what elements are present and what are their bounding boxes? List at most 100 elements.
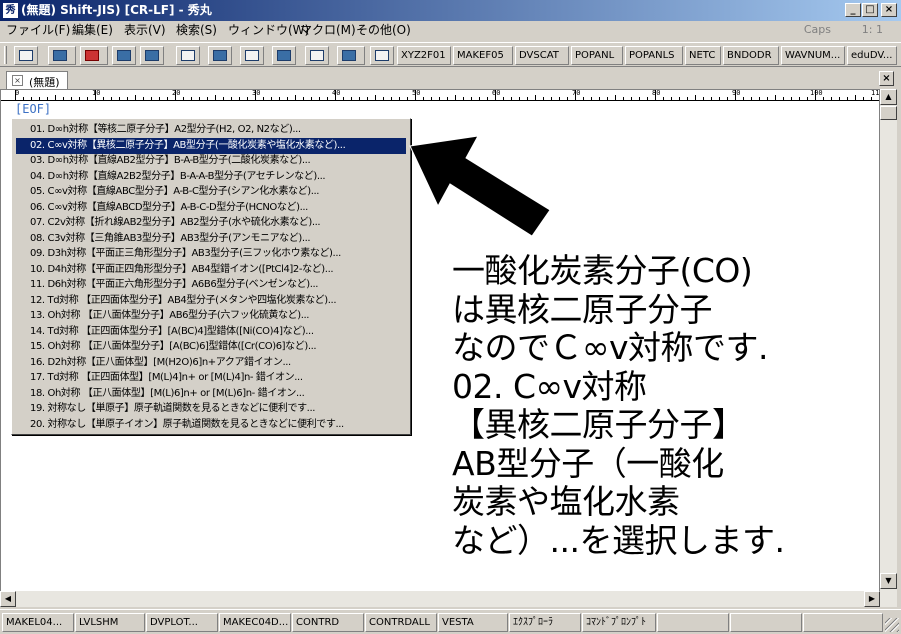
- find-icon[interactable]: [305, 46, 329, 65]
- ruler-number: 80: [652, 90, 661, 97]
- popup-menu-item[interactable]: 18. Oh対称 【正八面体型】[M(L)6]n+ or [M(L)6]n- 錯…: [16, 386, 406, 402]
- popup-menu-item[interactable]: 09. D3h対称【平面正三角形型分子】AB3型分子(三フッ化ホウ素など)...: [16, 246, 406, 262]
- cursor-position: 1: 1: [861, 23, 883, 36]
- macro-wavnum[interactable]: WAVNUM...: [781, 46, 845, 65]
- popup-menu-item[interactable]: 20. 対称なし【単原子イオン】原子軌道関数を見るときなどに便利です...: [16, 417, 406, 433]
- ruler-tick: [831, 97, 832, 100]
- ruler-number: 100: [810, 90, 823, 97]
- annotation-text: 一酸化炭素分子(CO) は異核二原子分子 なのでＣ∞v対称です. 02. C∞v対称【…: [452, 251, 882, 560]
- popup-menu-item[interactable]: 06. C∞v対称【直線ABCD型分子】A-B-C-D型分子(HCNOなど)..…: [16, 200, 406, 216]
- macro-popanls[interactable]: POPANLS: [625, 46, 683, 65]
- print-icon[interactable]: [272, 46, 296, 65]
- ruler-tick: [391, 97, 392, 100]
- macro-contrdall[interactable]: CONTRDALL: [365, 613, 437, 632]
- popup-menu-item[interactable]: 01. D∞h対称【等核二原子分子】A2型分子(H2, O2, N2など)...: [16, 122, 406, 138]
- ruler-tick: [799, 97, 800, 100]
- ruler-tick: [519, 97, 520, 100]
- macro-dvscat[interactable]: DVSCAT: [515, 46, 569, 65]
- macro-makec04d[interactable]: MAKEC04D...: [219, 613, 291, 632]
- macro-slot-empty[interactable]: [657, 613, 729, 632]
- popup-menu-item[interactable]: 08. C3v対称【三角錐AB3型分子】AB3型分子(アンモニアなど)...: [16, 231, 406, 247]
- popup-menu-item[interactable]: 05. C∞v対称【直線ABC型分子】A-B-C型分子(シアン化水素など)...: [16, 184, 406, 200]
- macro-slot-empty[interactable]: [730, 613, 802, 632]
- popup-menu-item[interactable]: 02. C∞v対称【異核二原子分子】AB型分子(一酸化炭素や塩化水素など)...: [16, 137, 406, 154]
- macro-dvplot[interactable]: DVPLOT...: [146, 613, 218, 632]
- ruler-tick: [599, 97, 600, 100]
- open-file-icon[interactable]: [48, 46, 76, 65]
- popup-menu-item[interactable]: 11. D6h対称【平面正六角形型分子】A6B6型分子(ベンゼンなど)...: [16, 277, 406, 293]
- popup-menu-item[interactable]: 07. C2v対称【折れ線AB2型分子】AB2型分子(水や硫化水素など)...: [16, 215, 406, 231]
- macro-netc[interactable]: NETC: [685, 46, 721, 65]
- menu-edit[interactable]: 編集(E): [72, 23, 113, 38]
- macro-lvlshm[interactable]: LVLSHM: [75, 613, 145, 632]
- popup-menu-item[interactable]: 12. Td対称 【正四面体型分子】AB4型分子(メタンや四塩化炭素など)...: [16, 293, 406, 309]
- resize-grip[interactable]: [885, 618, 899, 632]
- popup-menu-item[interactable]: 19. 対称なし【単原子】原子軌道関数を見るときなどに便利です...: [16, 401, 406, 417]
- horizontal-scrollbar[interactable]: ◀ ▶: [0, 591, 880, 607]
- macro-bndodr[interactable]: BNDODR: [723, 46, 779, 65]
- ruler-tick: [695, 95, 696, 100]
- help-icon[interactable]: [240, 46, 264, 65]
- ruler-tick: [199, 97, 200, 100]
- eof-marker: [EOF]: [15, 102, 52, 116]
- menu-window[interactable]: ウィンドウ(W): [228, 23, 309, 38]
- popup-menu-item[interactable]: 10. D4h対称【平面正四角形型分子】AB4型錯イオン([PtCl4]2-など…: [16, 262, 406, 278]
- macro-edudv[interactable]: eduDV...: [847, 46, 897, 65]
- ruler-tick: [167, 97, 168, 100]
- menu-bar: ファイル(F) 編集(E) 表示(V) 検索(S) ウィンドウ(W) マクロ(M…: [0, 21, 901, 40]
- menu-macro[interactable]: マクロ(M): [300, 23, 356, 38]
- ruler-tick: [215, 95, 216, 100]
- macro-explorer[interactable]: ｴｸｽﾌﾟﾛｰﾗ: [509, 613, 581, 632]
- title-bar[interactable]: 秀 (無題) Shift-JIS) [CR-LF] - 秀丸 _ □ ×: [0, 0, 901, 21]
- menu-file[interactable]: ファイル(F): [6, 23, 70, 38]
- cut-icon[interactable]: [80, 46, 108, 65]
- popup-menu-item[interactable]: 04. D∞h対称【直線A2B2型分子】B-A-A-B型分子(アセチレンなど).…: [16, 169, 406, 185]
- popup-menu-item[interactable]: 13. Oh対称 【正八面体型分子】AB6型分子(六フッ化硫黄など)...: [16, 308, 406, 324]
- ruler-tick: [359, 97, 360, 100]
- menu-view[interactable]: 表示(V): [124, 23, 166, 38]
- ruler-tick: [127, 97, 128, 100]
- tab-untitled[interactable]: × (無題): [6, 71, 68, 89]
- new-file-icon[interactable]: [14, 46, 38, 65]
- close-button[interactable]: ×: [881, 3, 897, 17]
- macro-vesta[interactable]: VESTA: [438, 613, 508, 632]
- popup-menu-item[interactable]: 15. Oh対称 【正八面体型分子】[A(BC)6]型錯体([Cr(CO)6]な…: [16, 339, 406, 355]
- menu-other[interactable]: その他(O): [356, 23, 411, 38]
- scroll-left-button[interactable]: ◀: [0, 591, 16, 607]
- minimize-button[interactable]: _: [845, 3, 861, 17]
- scroll-right-button[interactable]: ▶: [864, 591, 880, 607]
- popup-menu-item[interactable]: 14. Td対称 【正四面体型分子】[A(BC)4]型錯体([Ni(CO)4]な…: [16, 324, 406, 340]
- copy-icon[interactable]: [112, 46, 136, 65]
- window-list-icon[interactable]: [370, 46, 394, 65]
- maximize-button[interactable]: □: [862, 3, 878, 17]
- pane-close-icon[interactable]: ×: [879, 71, 894, 86]
- popup-menu-item[interactable]: 03. D∞h対称【直線AB2型分子】B-A-B型分子(二酸化炭素など)...: [16, 153, 406, 169]
- paste-icon[interactable]: [140, 46, 164, 65]
- popup-menu-item[interactable]: 17. Td対称 【正四面体型】[M(L)4]n+ or [M(L)4]n- 錯…: [16, 370, 406, 386]
- macro-command-prompt[interactable]: ｺﾏﾝﾄﾞﾌﾟﾛﾝﾌﾟﾄ: [582, 613, 656, 632]
- macro-popanl[interactable]: POPANL: [571, 46, 623, 65]
- split-window-icon[interactable]: [337, 46, 365, 65]
- tab-close-icon[interactable]: ×: [12, 75, 23, 86]
- macro-makel04[interactable]: MAKEL04...: [2, 613, 74, 632]
- toolbar-grip[interactable]: [4, 46, 7, 64]
- menu-search[interactable]: 検索(S): [176, 23, 217, 38]
- macro-makef05[interactable]: MAKEF05: [453, 46, 513, 65]
- ruler-tick: [175, 90, 176, 100]
- ruler-tick: [231, 97, 232, 100]
- macro-xyz2f01[interactable]: XYZ2F01: [397, 46, 451, 65]
- macro-contrd[interactable]: CONTRD: [292, 613, 364, 632]
- scroll-thumb[interactable]: [880, 106, 897, 120]
- vertical-scrollbar[interactable]: ▲ ▼: [880, 89, 897, 607]
- ruler-tick: [711, 97, 712, 100]
- undo-icon[interactable]: [176, 46, 200, 65]
- popup-menu-item[interactable]: 16. D2h対称【正八面体型】[M(H2O)6]n+アクア錯イオン...: [16, 355, 406, 371]
- scroll-down-button[interactable]: ▼: [880, 573, 897, 589]
- ruler-tick: [87, 97, 88, 100]
- scroll-up-button[interactable]: ▲: [880, 89, 897, 105]
- macro-slot-empty[interactable]: [803, 613, 883, 632]
- ruler-tick: [487, 97, 488, 100]
- app-icon[interactable]: 秀: [3, 3, 18, 18]
- save-icon[interactable]: [208, 46, 232, 65]
- ruler-tick: [631, 97, 632, 100]
